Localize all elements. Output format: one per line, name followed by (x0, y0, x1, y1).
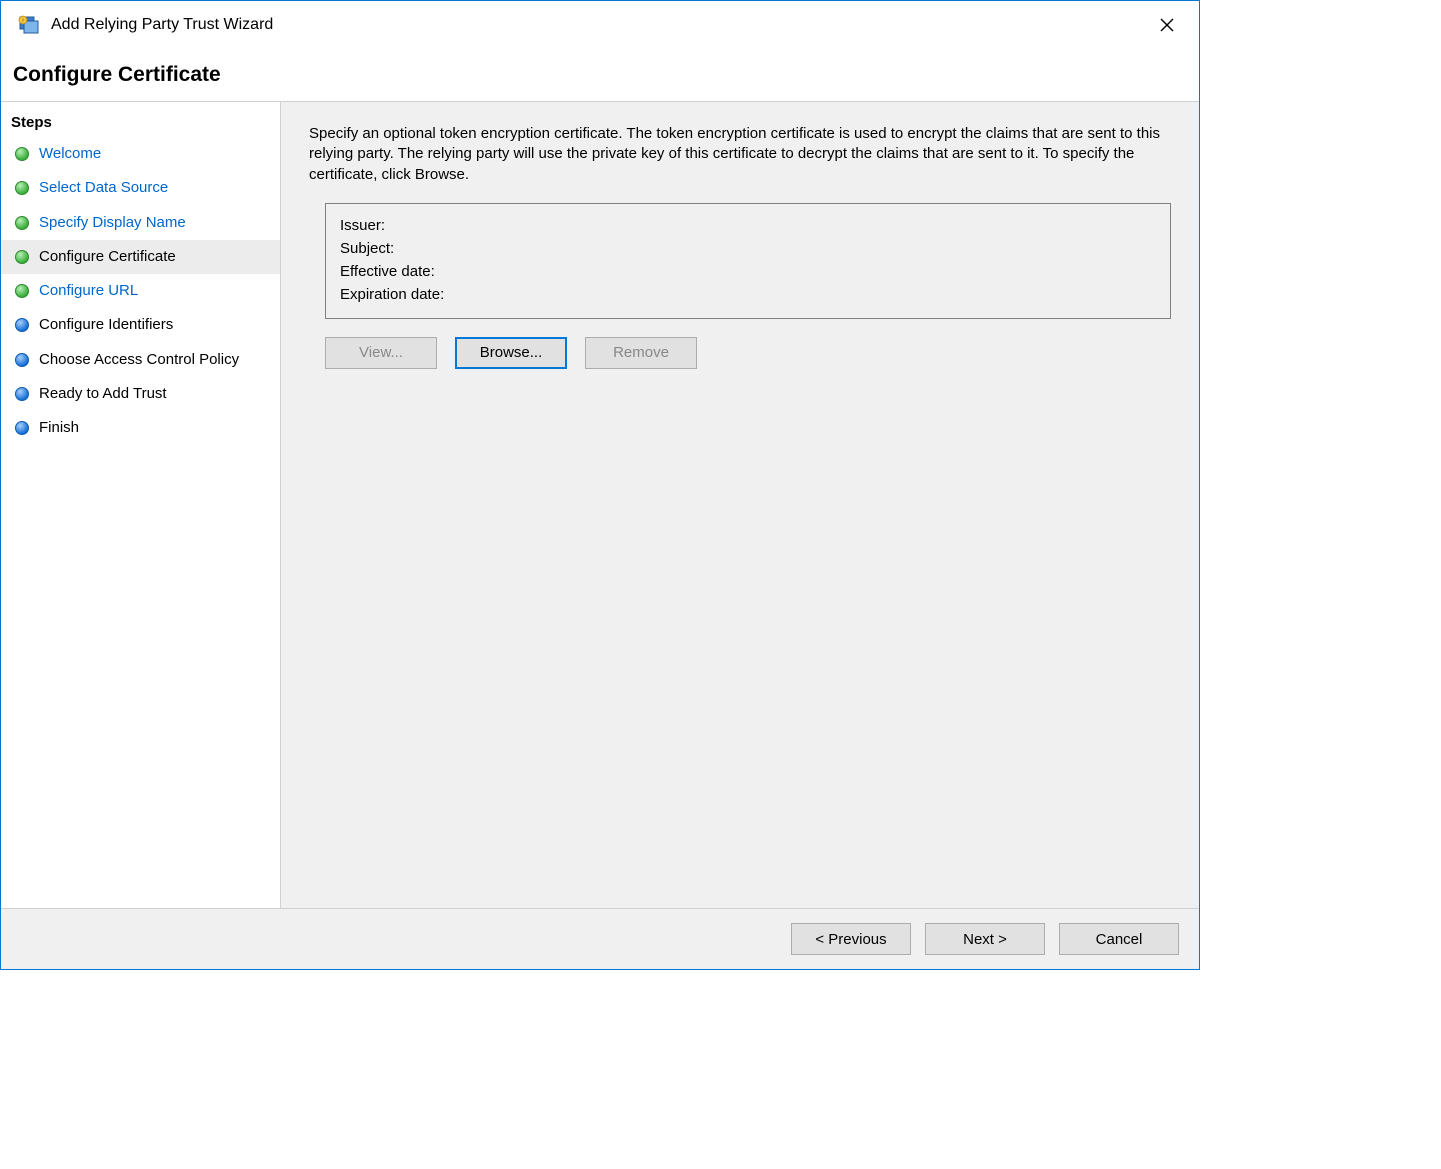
step-welcome[interactable]: Welcome (1, 137, 280, 171)
title-bar: Add Relying Party Trust Wizard (1, 1, 1199, 45)
next-button[interactable]: Next > (925, 923, 1045, 955)
step-bullet-icon (15, 387, 29, 401)
step-bullet-icon (15, 353, 29, 367)
cert-action-buttons: View... Browse... Remove (325, 337, 1171, 369)
steps-sidebar: Steps Welcome Select Data Source Specify… (1, 102, 281, 908)
cert-issuer-row: Issuer: (340, 214, 1156, 237)
step-configure-url[interactable]: Configure URL (1, 274, 280, 308)
step-ready-to-add-trust[interactable]: Ready to Add Trust (1, 377, 280, 411)
browse-button[interactable]: Browse... (455, 337, 567, 369)
step-label: Configure URL (39, 281, 138, 301)
step-choose-access-control-policy[interactable]: Choose Access Control Policy (1, 343, 280, 377)
window-title: Add Relying Party Trust Wizard (51, 16, 1147, 34)
app-icon (17, 13, 41, 37)
step-label: Specify Display Name (39, 213, 186, 233)
step-bullet-icon (15, 284, 29, 298)
step-configure-certificate[interactable]: Configure Certificate (1, 240, 280, 274)
wizard-window: Add Relying Party Trust Wizard Configure… (0, 0, 1200, 970)
instructions-text: Specify an optional token encryption cer… (309, 124, 1171, 185)
step-configure-identifiers[interactable]: Configure Identifiers (1, 308, 280, 342)
main-panel: Specify an optional token encryption cer… (281, 102, 1199, 908)
step-bullet-icon (15, 147, 29, 161)
step-specify-display-name[interactable]: Specify Display Name (1, 206, 280, 240)
step-bullet-icon (15, 250, 29, 264)
cancel-button[interactable]: Cancel (1059, 923, 1179, 955)
step-finish[interactable]: Finish (1, 411, 280, 445)
page-header: Configure Certificate (1, 45, 1199, 102)
step-label: Choose Access Control Policy (39, 350, 239, 370)
step-label: Welcome (39, 144, 101, 164)
wizard-footer: < Previous Next > Cancel (1, 908, 1199, 969)
step-bullet-icon (15, 318, 29, 332)
cert-subject-row: Subject: (340, 237, 1156, 260)
close-icon (1160, 18, 1174, 32)
step-bullet-icon (15, 216, 29, 230)
step-bullet-icon (15, 421, 29, 435)
remove-button: Remove (585, 337, 697, 369)
step-select-data-source[interactable]: Select Data Source (1, 171, 280, 205)
close-button[interactable] (1147, 10, 1187, 40)
step-label: Finish (39, 418, 79, 438)
cert-expiration-row: Expiration date: (340, 283, 1156, 306)
step-label: Configure Identifiers (39, 315, 173, 335)
step-bullet-icon (15, 181, 29, 195)
page-title: Configure Certificate (13, 63, 1187, 87)
step-label: Configure Certificate (39, 247, 176, 267)
cert-effective-row: Effective date: (340, 260, 1156, 283)
step-label: Ready to Add Trust (39, 384, 167, 404)
view-button: View... (325, 337, 437, 369)
content-area: Steps Welcome Select Data Source Specify… (1, 102, 1199, 908)
step-label: Select Data Source (39, 178, 168, 198)
steps-heading: Steps (1, 110, 280, 137)
certificate-details-box: Issuer: Subject: Effective date: Expirat… (325, 203, 1171, 319)
previous-button[interactable]: < Previous (791, 923, 911, 955)
